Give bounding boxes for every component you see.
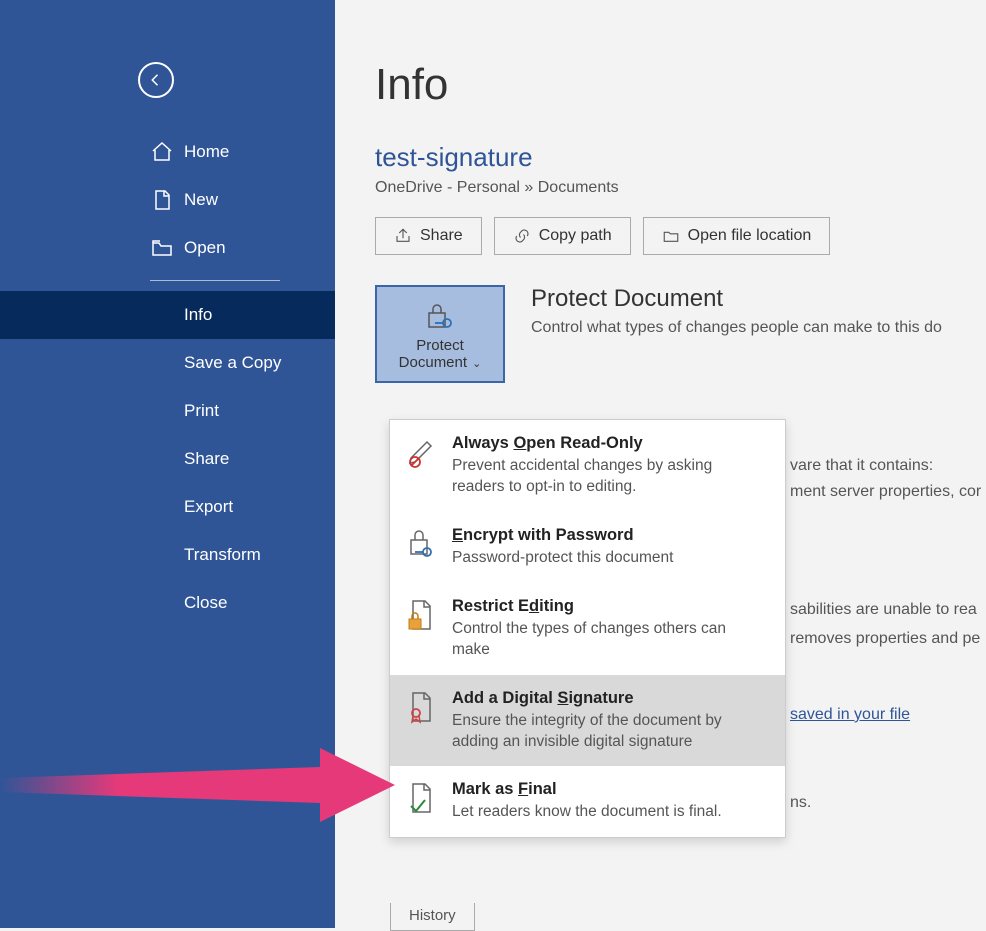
doc-ribbon-icon (404, 689, 438, 729)
open-location-button[interactable]: Open file location (643, 217, 831, 255)
nav-print[interactable]: Print (0, 387, 335, 435)
btn-label: Open file location (688, 227, 812, 245)
back-button[interactable] (138, 62, 174, 98)
menu-title: Encrypt with Password (452, 526, 673, 545)
btn-line2: Document (399, 354, 467, 371)
btn-line1: Protect (416, 337, 464, 354)
breadcrumb[interactable]: OneDrive - Personal » Documents (375, 179, 986, 197)
nav-save-copy[interactable]: Save a Copy (0, 339, 335, 387)
btn-label: Copy path (539, 227, 612, 245)
menu-encrypt-password[interactable]: Encrypt with Password Password-protect t… (390, 512, 785, 583)
document-name[interactable]: test-signature (375, 142, 986, 173)
bg-text: sabilities are unable to rea (790, 601, 977, 619)
doc-lock-orange-icon (404, 597, 438, 637)
chevron-down-icon: ⌄ (469, 358, 481, 370)
page-title: Info (375, 60, 986, 110)
menu-desc: Control the types of changes others can … (452, 619, 767, 661)
nav-label: Info (184, 305, 212, 325)
nav-label: Transform (184, 545, 261, 565)
nav-export[interactable]: Export (0, 483, 335, 531)
nav-label: Export (184, 497, 233, 517)
menu-mark-as-final[interactable]: Mark as Final Let readers know the docum… (390, 766, 785, 837)
protect-document-dropdown: Always Open Read-Only Prevent accidental… (389, 419, 786, 838)
doc-check-icon (404, 780, 438, 820)
nav-info[interactable]: Info (0, 291, 335, 339)
menu-add-digital-signature[interactable]: Add a Digital Signature Ensure the integ… (390, 675, 785, 767)
menu-title: Mark as Final (452, 780, 722, 799)
menu-restrict-editing[interactable]: Restrict Editing Control the types of ch… (390, 583, 785, 675)
menu-desc: Ensure the integrity of the document by … (452, 711, 767, 753)
btn-label: Share (420, 227, 463, 245)
action-row: Share Copy path Open file location (375, 217, 986, 255)
history-tab-fragment: History (390, 903, 475, 931)
folder-open-icon (150, 238, 174, 258)
lock-key-icon (383, 301, 497, 331)
link-icon (513, 227, 531, 245)
menu-title: Add a Digital Signature (452, 689, 767, 708)
menu-desc: Prevent accidental changes by asking rea… (452, 456, 767, 498)
nav-label: Share (184, 449, 229, 469)
lock-key-blue-icon (404, 526, 438, 566)
bg-text: ns. (790, 794, 811, 812)
backstage-sidebar: Home New Open Info Save a Copy Print Sha… (0, 0, 335, 928)
share-button[interactable]: Share (375, 217, 482, 255)
nav-divider (150, 280, 280, 281)
menu-title: Restrict Editing (452, 597, 767, 616)
bg-link[interactable]: saved in your file (790, 706, 910, 724)
protect-document-button[interactable]: Protect Document ⌄ (375, 285, 505, 383)
protect-body: Protect Document Control what types of c… (531, 285, 942, 337)
nav-open[interactable]: Open (0, 224, 335, 272)
nav-label: New (184, 190, 218, 210)
nav-transform[interactable]: Transform (0, 531, 335, 579)
protect-desc: Control what types of changes people can… (531, 319, 942, 337)
nav-label: Print (184, 401, 219, 421)
copy-path-button[interactable]: Copy path (494, 217, 631, 255)
nav-home[interactable]: Home (0, 128, 335, 176)
bg-text: vare that it contains: (790, 457, 933, 475)
protect-section: Protect Document ⌄ Protect Document Cont… (375, 285, 986, 383)
menu-desc: Let readers know the document is final. (452, 802, 722, 823)
home-icon (150, 142, 174, 162)
menu-always-read-only[interactable]: Always Open Read-Only Prevent accidental… (390, 420, 785, 512)
menu-desc: Password-protect this document (452, 548, 673, 569)
nav-label: Close (184, 593, 227, 613)
new-doc-icon (150, 190, 174, 210)
nav-label: Open (184, 238, 226, 258)
nav-close[interactable]: Close (0, 579, 335, 627)
share-icon (394, 227, 412, 245)
bg-text: removes properties and pe (790, 630, 980, 648)
menu-title: Always Open Read-Only (452, 434, 767, 453)
nav-label: Save a Copy (184, 353, 281, 373)
pencil-no-icon (404, 434, 438, 474)
bg-text: ment server properties, cor (790, 483, 981, 501)
protect-heading: Protect Document (531, 285, 942, 313)
nav-new[interactable]: New (0, 176, 335, 224)
nav-share[interactable]: Share (0, 435, 335, 483)
folder-icon (662, 227, 680, 245)
nav-label: Home (184, 142, 229, 162)
